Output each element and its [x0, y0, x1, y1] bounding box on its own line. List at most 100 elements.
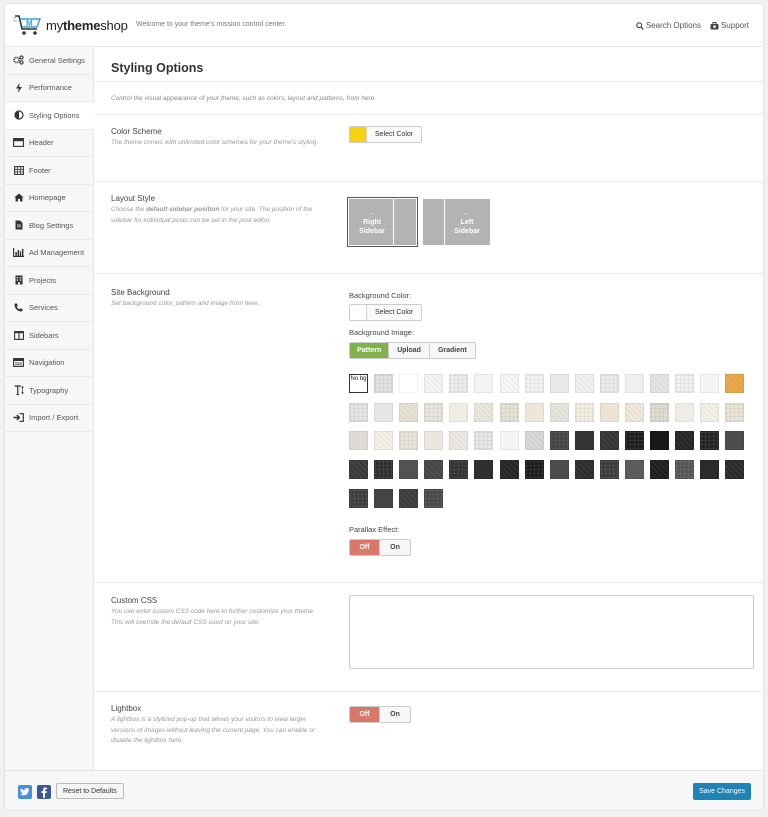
pattern-swatch[interactable] [599, 460, 619, 480]
pattern-swatch[interactable] [625, 402, 645, 422]
pattern-swatch[interactable] [499, 460, 519, 480]
pattern-swatch[interactable] [625, 374, 645, 393]
pattern-swatch[interactable] [424, 402, 444, 422]
pattern-swatch[interactable] [650, 460, 670, 480]
sidebar-item-header[interactable]: Header [5, 130, 93, 157]
pattern-swatch[interactable] [599, 402, 619, 422]
layout-left-sidebar-option[interactable]: ← Left Sidebar [423, 199, 490, 245]
parallax-off-button[interactable]: Off [350, 540, 381, 555]
pattern-swatch[interactable] [625, 460, 645, 480]
twitter-icon[interactable] [18, 785, 32, 799]
pattern-swatch[interactable] [399, 431, 419, 451]
sidebar-item-footer[interactable]: Footer [5, 157, 93, 185]
pattern-swatch[interactable] [675, 460, 695, 480]
reset-defaults-button[interactable]: Reset to Defaults [56, 783, 124, 799]
facebook-icon[interactable] [37, 785, 51, 799]
pattern-swatch[interactable] [374, 374, 394, 393]
sidebar-item-blog-settings[interactable]: Blog Settings [5, 212, 93, 240]
pattern-swatch[interactable] [499, 402, 519, 422]
pattern-swatch[interactable] [700, 431, 720, 451]
pattern-swatch[interactable] [650, 374, 670, 393]
pattern-swatch[interactable] [599, 431, 619, 451]
pattern-swatch[interactable] [700, 402, 720, 422]
pattern-swatch[interactable] [399, 402, 419, 422]
pattern-swatch[interactable] [499, 374, 519, 393]
search-options-link[interactable]: Search Options [636, 21, 701, 30]
pattern-swatch[interactable] [399, 460, 419, 480]
pattern-swatch[interactable] [374, 488, 394, 508]
custom-css-textarea[interactable] [349, 595, 754, 669]
pattern-swatch[interactable] [374, 431, 394, 451]
sidebar-item-projects[interactable]: Projects [5, 267, 93, 295]
pattern-swatch[interactable] [574, 374, 594, 393]
pattern-swatch[interactable] [675, 431, 695, 451]
pattern-swatch[interactable] [474, 402, 494, 422]
sidebar-item-navigation[interactable]: Navigation [5, 350, 93, 377]
pattern-swatch[interactable] [700, 460, 720, 480]
pattern-swatch[interactable] [349, 402, 368, 422]
pattern-swatch[interactable] [449, 460, 469, 480]
no-background-option[interactable]: No bg [349, 374, 368, 393]
sidebar-item-styling-options[interactable]: Styling Options [5, 102, 94, 130]
pattern-swatch[interactable] [449, 402, 469, 422]
pattern-swatch[interactable] [449, 431, 469, 451]
pattern-swatch[interactable] [725, 431, 745, 451]
pattern-swatch[interactable] [599, 374, 619, 393]
pattern-swatch[interactable] [574, 431, 594, 451]
pattern-swatch[interactable] [549, 402, 569, 422]
logo[interactable]: M mythemeshop [13, 13, 128, 37]
pattern-swatch[interactable] [474, 374, 494, 393]
pattern-swatch[interactable] [675, 374, 695, 393]
support-link[interactable]: Support [710, 21, 749, 30]
background-color-select-button[interactable]: Select Color [349, 304, 423, 321]
pattern-swatch[interactable] [424, 374, 444, 393]
sidebar-item-ad-management[interactable]: Ad Management [5, 240, 93, 267]
pattern-swatch[interactable] [725, 374, 745, 393]
sidebar-item-services[interactable]: Services [5, 295, 93, 322]
pattern-swatch[interactable] [650, 431, 670, 451]
pattern-swatch[interactable] [474, 460, 494, 480]
pattern-swatch[interactable] [574, 460, 594, 480]
pattern-swatch[interactable] [349, 431, 368, 451]
pattern-swatch[interactable] [399, 488, 419, 508]
sidebar-item-typography[interactable]: Typography [5, 377, 93, 405]
pattern-swatch[interactable] [549, 460, 569, 480]
tab-gradient[interactable]: Gradient [429, 343, 475, 358]
pattern-swatch[interactable] [424, 460, 444, 480]
pattern-swatch[interactable] [725, 460, 745, 480]
pattern-swatch[interactable] [549, 431, 569, 451]
pattern-swatch[interactable] [524, 374, 544, 393]
pattern-swatch[interactable] [374, 402, 394, 422]
pattern-swatch[interactable] [524, 431, 544, 451]
pattern-swatch[interactable] [574, 402, 594, 422]
sidebar-item-general-settings[interactable]: General Settings [5, 47, 93, 75]
pattern-swatch[interactable] [650, 402, 670, 422]
sidebar-item-performance[interactable]: Performance [5, 75, 93, 102]
pattern-swatch[interactable] [449, 374, 469, 393]
lightbox-off-button[interactable]: Off [350, 707, 381, 722]
lightbox-on-button[interactable]: On [380, 707, 410, 722]
pattern-swatch[interactable] [700, 374, 720, 393]
pattern-swatch[interactable] [549, 374, 569, 393]
sidebar-item-homepage[interactable]: Homepage [5, 185, 93, 212]
color-scheme-select-button[interactable]: Select Color [349, 126, 423, 143]
pattern-swatch[interactable] [399, 374, 419, 393]
pattern-swatch[interactable] [499, 431, 519, 451]
pattern-swatch[interactable] [524, 402, 544, 422]
pattern-swatch[interactable] [474, 431, 494, 451]
save-changes-button[interactable]: Save Changes [693, 783, 751, 800]
sidebar-item-sidebars[interactable]: Sidebars [5, 322, 93, 350]
parallax-on-button[interactable]: On [380, 540, 410, 555]
pattern-swatch[interactable] [675, 402, 695, 422]
tab-pattern[interactable]: Pattern [350, 343, 390, 358]
pattern-swatch[interactable] [625, 431, 645, 451]
tab-upload[interactable]: Upload [389, 343, 430, 358]
pattern-swatch[interactable] [349, 488, 368, 508]
pattern-swatch[interactable] [524, 460, 544, 480]
pattern-swatch[interactable] [374, 460, 394, 480]
pattern-swatch[interactable] [424, 488, 444, 508]
sidebar-item-import-export[interactable]: Import / Export [5, 405, 93, 432]
pattern-swatch[interactable] [349, 460, 368, 480]
pattern-swatch[interactable] [725, 402, 745, 422]
pattern-swatch[interactable] [424, 431, 444, 451]
